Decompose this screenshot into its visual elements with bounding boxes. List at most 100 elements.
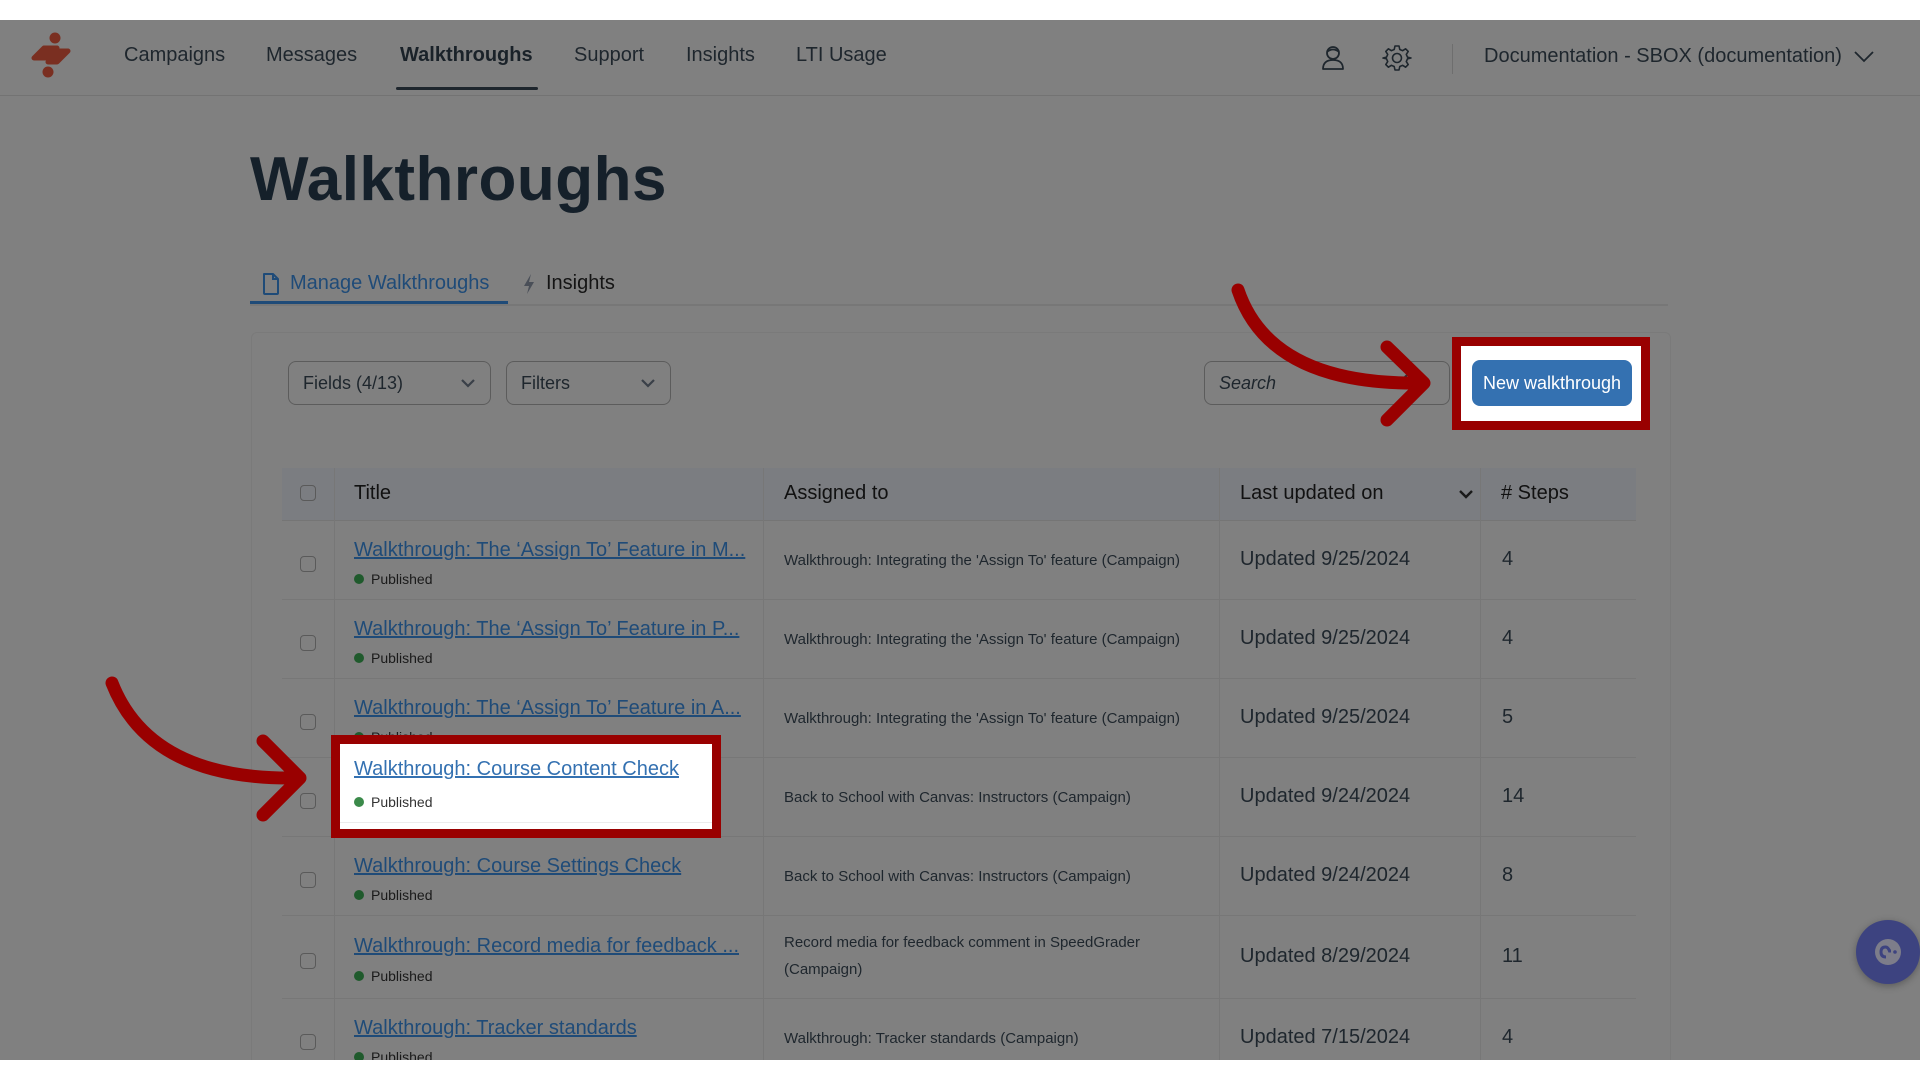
filters-dropdown[interactable]: Filters — [506, 361, 671, 405]
new-walkthrough-button[interactable]: New walkthrough — [1472, 360, 1632, 406]
assigned-to: Walkthrough: Tracker standards (Campaign… — [784, 1030, 1079, 1047]
assigned-to: Back to School with Canvas: Instructors … — [784, 868, 1131, 885]
nav-active-indicator — [396, 87, 538, 90]
brand-logo[interactable] — [28, 30, 74, 80]
nav-lti-usage[interactable]: LTI Usage — [796, 44, 887, 67]
status-dot — [354, 574, 364, 584]
last-updated: Updated 8/29/2024 — [1240, 945, 1411, 967]
steps-count: 11 — [1502, 945, 1523, 967]
search-input[interactable] — [1217, 371, 1401, 395]
annotation-highlight-box: Walkthrough: Course Content Check Publis… — [331, 735, 721, 838]
page-title: Walkthroughs — [250, 145, 668, 214]
status-dot — [354, 653, 364, 663]
table-row: Walkthrough: Course Settings Check Publi… — [282, 837, 1636, 916]
column-divider — [763, 468, 764, 1060]
fields-dropdown-label: Fields (4/13) — [303, 372, 404, 393]
table-header: Title Assigned to Last updated on # Step… — [282, 468, 1636, 521]
status-badge: Published — [354, 571, 433, 587]
last-updated: Updated 9/25/2024 — [1240, 627, 1411, 649]
last-updated: Updated 9/24/2024 — [1240, 864, 1411, 886]
help-button[interactable] — [1856, 920, 1920, 984]
row-checkbox[interactable] — [300, 556, 316, 572]
walkthrough-title-link[interactable]: Walkthrough: Course Settings Check — [354, 855, 681, 878]
steps-count: 4 — [1502, 548, 1514, 570]
assigned-to: Walkthrough: Integrating the 'Assign To'… — [784, 552, 1180, 569]
status-badge: Published — [354, 887, 433, 903]
search-icon[interactable] — [1401, 372, 1423, 394]
tab-label: Insights — [546, 272, 615, 294]
status-dot — [354, 797, 364, 807]
column-header-assigned[interactable]: Assigned to — [784, 482, 889, 505]
column-divider — [1219, 468, 1220, 1060]
table-row: Walkthrough: Record media for feedback .… — [282, 916, 1636, 999]
row-checkbox[interactable] — [300, 714, 316, 730]
walkthrough-title-link[interactable]: Walkthrough: The ‘Assign To’ Feature in … — [354, 618, 739, 641]
nav-insights[interactable]: Insights — [686, 44, 755, 67]
status-dot — [354, 1052, 364, 1060]
status-text: Published — [371, 968, 433, 984]
last-updated: Updated 9/25/2024 — [1240, 706, 1411, 728]
top-nav: Campaigns Messages Walkthroughs Support … — [0, 20, 1920, 96]
walkthrough-title-link[interactable]: Walkthrough: The ‘Assign To’ Feature in … — [354, 697, 741, 720]
row-checkbox[interactable] — [300, 872, 316, 888]
row-checkbox[interactable] — [300, 953, 316, 969]
chevron-down-icon — [1854, 50, 1874, 62]
row-checkbox[interactable] — [300, 1034, 316, 1050]
course-content-check-title[interactable]: Walkthrough: Course Content Check — [354, 758, 679, 781]
status-dot — [354, 971, 364, 981]
nav-messages[interactable]: Messages — [266, 44, 357, 67]
status-badge: Published — [354, 1049, 433, 1060]
last-updated: Updated 7/15/2024 — [1240, 1026, 1411, 1048]
status-badge: Published — [354, 968, 433, 984]
assigned-to: Back to School with Canvas: Instructors … — [784, 789, 1131, 806]
select-all-checkbox[interactable] — [300, 485, 316, 501]
tab-insights[interactable]: Insights — [522, 272, 615, 295]
walkthrough-title-link[interactable]: Walkthrough: Tracker standards — [354, 1017, 637, 1040]
table-row: Walkthrough: The ‘Assign To’ Feature in … — [282, 521, 1636, 600]
nav-divider — [1452, 44, 1453, 74]
app-screen: Campaigns Messages Walkthroughs Support … — [0, 20, 1920, 1060]
filters-dropdown-label: Filters — [521, 372, 570, 393]
fields-dropdown[interactable]: Fields (4/13) — [288, 361, 491, 405]
highlighted-cell: Walkthrough: Course Content Check Publis… — [340, 744, 712, 829]
walkthrough-title-link[interactable]: Walkthrough: Record media for feedback .… — [354, 935, 739, 958]
document-icon — [263, 272, 279, 295]
row-checkbox[interactable] — [300, 635, 316, 651]
help-icon — [1875, 939, 1901, 965]
sort-chevron-icon[interactable] — [1458, 489, 1474, 499]
steps-count: 14 — [1502, 785, 1525, 807]
account-switcher[interactable]: Documentation - SBOX (documentation) — [1484, 45, 1874, 68]
user-icon[interactable] — [1318, 43, 1348, 73]
column-header-last-updated[interactable]: Last updated on — [1240, 482, 1383, 505]
steps-count: 8 — [1502, 864, 1514, 886]
lightning-icon — [524, 273, 534, 294]
status-dot — [354, 890, 364, 900]
nav-walkthroughs[interactable]: Walkthroughs — [400, 44, 533, 67]
nav-support[interactable]: Support — [574, 44, 644, 67]
status-badge: Published — [354, 650, 433, 666]
status-text: Published — [371, 571, 433, 587]
walkthrough-title-link[interactable]: Walkthrough: The ‘Assign To’ Feature in … — [354, 539, 745, 562]
column-header-title[interactable]: Title — [354, 482, 391, 505]
status-text: Published — [371, 794, 433, 810]
last-updated: Updated 9/25/2024 — [1240, 548, 1411, 570]
status-text: Published — [371, 650, 433, 666]
status-text: Published — [371, 887, 433, 903]
assigned-to: Record media for feedback comment in Spe… — [784, 934, 1141, 978]
search-field[interactable] — [1204, 361, 1450, 405]
assigned-to: Walkthrough: Integrating the 'Assign To'… — [784, 710, 1180, 727]
nav-campaigns[interactable]: Campaigns — [124, 44, 225, 67]
table-row: Walkthrough: The ‘Assign To’ Feature in … — [282, 600, 1636, 679]
gear-icon[interactable] — [1382, 43, 1412, 73]
tab-label: Manage Walkthroughs — [290, 272, 490, 294]
column-header-steps[interactable]: # Steps — [1501, 482, 1569, 505]
tab-bar: Manage Walkthroughs Insights — [250, 262, 1668, 306]
account-label: Documentation - SBOX (documentation) — [1484, 45, 1842, 67]
tab-manage-walkthroughs[interactable]: Manage Walkthroughs — [262, 272, 489, 295]
active-tab-indicator — [250, 301, 508, 304]
status-badge: Published — [354, 794, 433, 810]
chevron-down-icon — [461, 379, 475, 388]
steps-count: 5 — [1502, 706, 1514, 728]
row-checkbox[interactable] — [300, 793, 316, 809]
chevron-down-icon — [641, 379, 655, 388]
